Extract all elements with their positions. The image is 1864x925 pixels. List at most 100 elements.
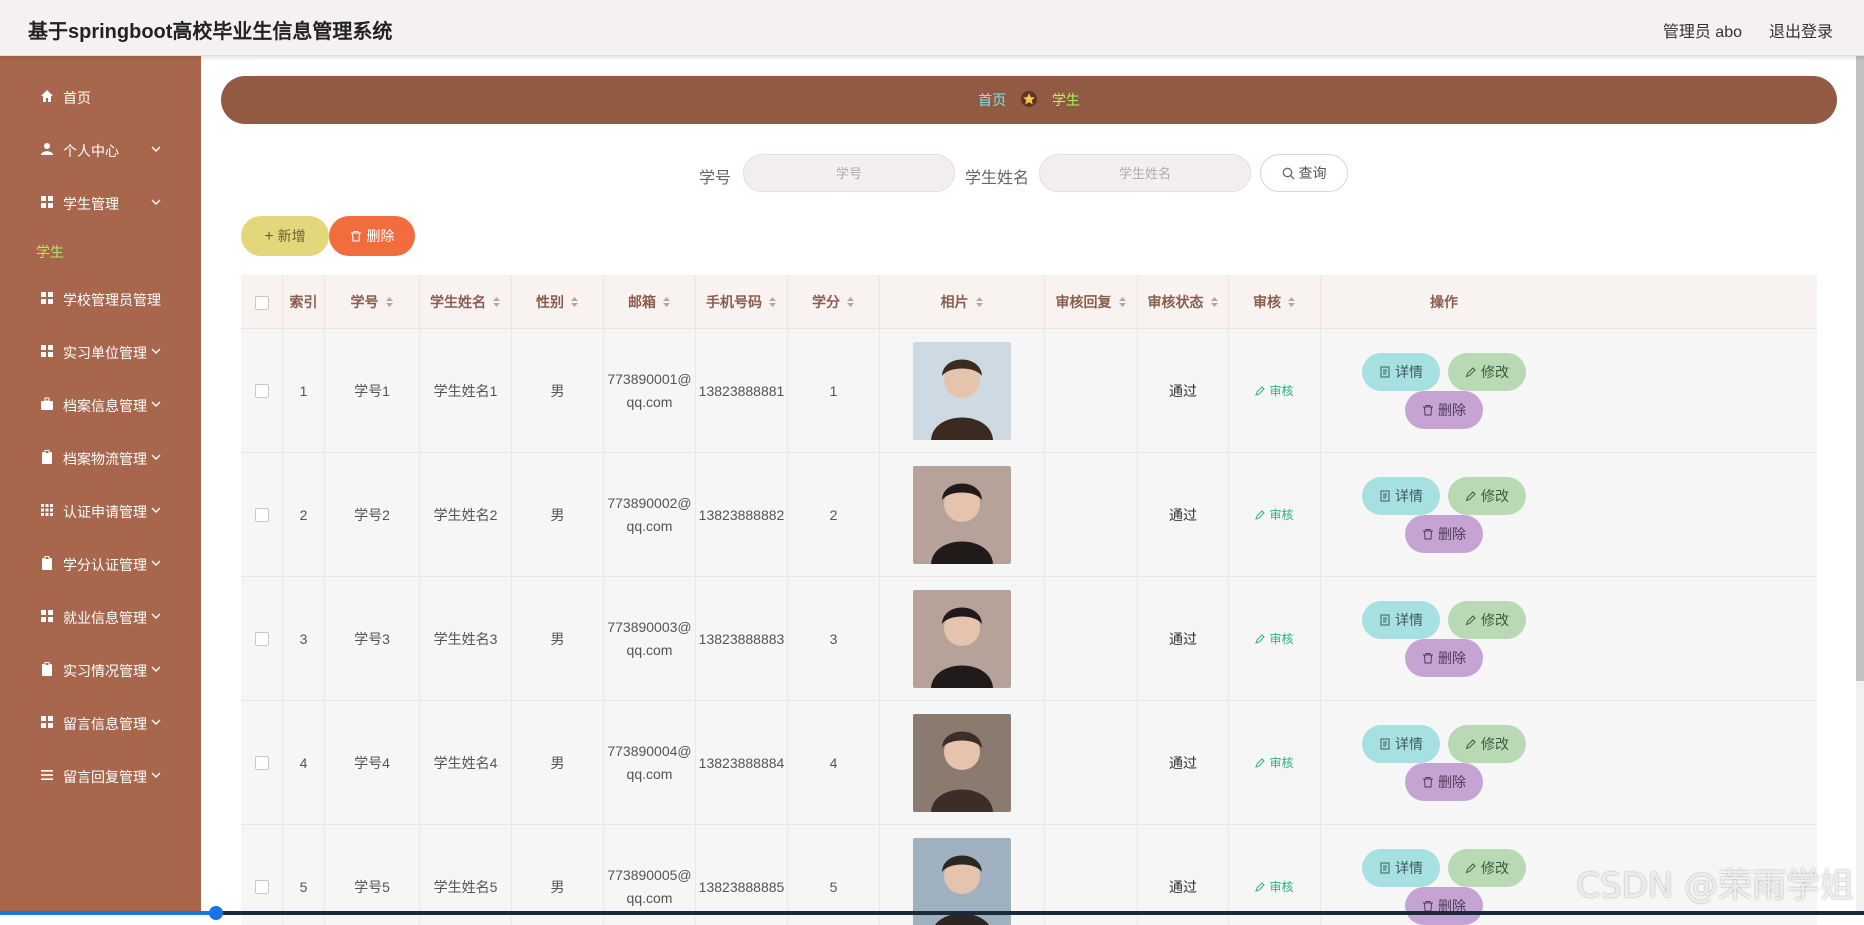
row-checkbox[interactable] <box>255 632 269 646</box>
audit-link[interactable]: 审核 <box>1255 628 1293 651</box>
column-header[interactable]: 相片 <box>880 275 1045 329</box>
delete-button[interactable]: 删除 <box>1405 515 1483 553</box>
student-photo[interactable] <box>913 466 1011 564</box>
sort-icon[interactable] <box>846 296 855 308</box>
chevron-down-icon <box>150 557 162 569</box>
sort-icon[interactable] <box>1118 296 1127 308</box>
detail-button[interactable]: 详情 <box>1362 601 1440 639</box>
sidebar-item-messages[interactable]: 留言信息管理 <box>0 703 201 743</box>
edit-icon <box>1255 634 1265 644</box>
column-header[interactable]: 审核 <box>1229 275 1321 329</box>
cell-student-no: 学号3 <box>354 628 390 651</box>
page-scrollbar[interactable] <box>1856 56 1864 915</box>
sidebar-item-archives[interactable]: 档案信息管理 <box>0 385 201 425</box>
chevron-down-icon <box>150 504 162 516</box>
detail-button[interactable]: 详情 <box>1362 725 1440 763</box>
audit-link[interactable]: 审核 <box>1255 380 1293 403</box>
audit-link[interactable]: 审核 <box>1255 876 1293 899</box>
sort-icon[interactable] <box>385 296 394 308</box>
edit-button[interactable]: 修改 <box>1448 725 1526 763</box>
sidebar-item-students[interactable]: 学生管理 <box>0 183 201 223</box>
table-cell <box>241 453 283 577</box>
sidebar-subitem-student[interactable]: 学生 <box>36 242 64 262</box>
row-actions: 详情 修改删除 <box>1321 353 1567 429</box>
cell-index: 5 <box>300 876 308 899</box>
sidebar-item-replies[interactable]: 留言回复管理 <box>0 756 201 796</box>
query-button[interactable]: 查询 <box>1260 154 1348 192</box>
breadcrumb-home[interactable]: 首页 <box>978 92 1006 108</box>
audit-link[interactable]: 审核 <box>1255 504 1293 527</box>
row-checkbox[interactable] <box>255 756 269 770</box>
document-icon <box>1379 614 1391 626</box>
sidebar-item-archive-logistics[interactable]: 档案物流管理 <box>0 438 201 478</box>
email-domain: qq.com <box>627 642 673 658</box>
row-actions: 详情修改删除 <box>1321 601 1567 677</box>
row-checkbox[interactable] <box>255 508 269 522</box>
student-name-input[interactable] <box>1039 154 1251 192</box>
delete-button[interactable]: 删除 <box>1405 887 1483 925</box>
column-header[interactable]: 手机号码 <box>696 275 788 329</box>
row-checkbox[interactable] <box>255 384 269 398</box>
plus-icon: + <box>264 228 273 245</box>
sort-icon[interactable] <box>1210 296 1219 308</box>
select-all-checkbox[interactable] <box>255 296 269 310</box>
sidebar-item-school-admins[interactable]: 学校管理员管理 <box>0 279 201 319</box>
remove-label: 删除 <box>1438 402 1466 418</box>
column-header[interactable]: 性别 <box>512 275 604 329</box>
table-row: 1学号1学生姓名1男773890001@qq.com138238888811通过… <box>241 329 1817 453</box>
bulk-delete-button[interactable]: 删除 <box>329 216 415 256</box>
sort-icon[interactable] <box>570 296 579 308</box>
edit-button[interactable]: 修改 <box>1448 849 1526 887</box>
edit-label: 修改 <box>1481 736 1509 752</box>
student-photo[interactable] <box>913 714 1011 812</box>
scrollbar-thumb[interactable] <box>1856 56 1864 681</box>
sidebar-item-internship-status[interactable]: 实习情况管理 <box>0 650 201 690</box>
detail-button[interactable]: 详情 <box>1362 353 1440 391</box>
sort-icon[interactable] <box>662 296 671 308</box>
column-header[interactable]: 学号 <box>325 275 420 329</box>
column-header[interactable]: 学分 <box>788 275 880 329</box>
delete-button[interactable]: 删除 <box>1405 391 1483 429</box>
edit-button[interactable]: 修改 <box>1448 353 1526 391</box>
logout-button[interactable]: 退出登录 <box>1769 18 1833 42</box>
sidebar-item-credits[interactable]: 学分认证管理 <box>0 544 201 584</box>
detail-label: 详情 <box>1395 364 1423 380</box>
cell-credit: 4 <box>830 752 838 775</box>
column-header[interactable]: 邮箱 <box>604 275 696 329</box>
delete-button[interactable]: 删除 <box>1405 763 1483 801</box>
student-no-input[interactable] <box>743 154 955 192</box>
clipboard-icon <box>40 450 54 464</box>
table-cell: 773890002@qq.com <box>604 453 696 577</box>
delete-button[interactable]: 删除 <box>1405 639 1483 677</box>
progress-knob[interactable] <box>209 906 223 920</box>
sort-icon[interactable] <box>492 296 501 308</box>
cell-credit: 2 <box>830 504 838 527</box>
sort-icon[interactable] <box>1287 296 1296 308</box>
edit-button[interactable]: 修改 <box>1448 601 1526 639</box>
table-cell: 审核 <box>1229 825 1321 925</box>
column-header[interactable]: 学生姓名 <box>420 275 512 329</box>
add-button[interactable]: +新增 <box>241 216 329 256</box>
audit-link[interactable]: 审核 <box>1255 752 1293 775</box>
grid-icon <box>40 609 54 623</box>
detail-button[interactable]: 详情 <box>1362 477 1440 515</box>
edit-icon <box>1255 882 1265 892</box>
detail-button[interactable]: 详情 <box>1362 849 1440 887</box>
edit-button[interactable]: 修改 <box>1448 477 1526 515</box>
row-checkbox[interactable] <box>255 880 269 894</box>
sidebar-item-home[interactable]: 首页 <box>0 77 201 117</box>
column-header[interactable]: 审核回复 <box>1045 275 1138 329</box>
sort-icon[interactable] <box>975 296 984 308</box>
student-photo[interactable] <box>913 590 1011 688</box>
edit-label: 修改 <box>1481 488 1509 504</box>
column-header[interactable]: 审核状态 <box>1138 275 1229 329</box>
student-photo[interactable] <box>913 342 1011 440</box>
sidebar-item-profile[interactable]: 个人中心 <box>0 130 201 170</box>
table-cell <box>241 701 283 825</box>
video-progress-bar[interactable] <box>0 911 1864 915</box>
sidebar-item-employment[interactable]: 就业信息管理 <box>0 597 201 637</box>
sort-icon[interactable] <box>768 296 777 308</box>
sidebar-item-internship-units[interactable]: 实习单位管理 <box>0 332 201 372</box>
email-local: 773890001@ <box>607 371 691 387</box>
sidebar-item-certification[interactable]: 认证申请管理 <box>0 491 201 531</box>
